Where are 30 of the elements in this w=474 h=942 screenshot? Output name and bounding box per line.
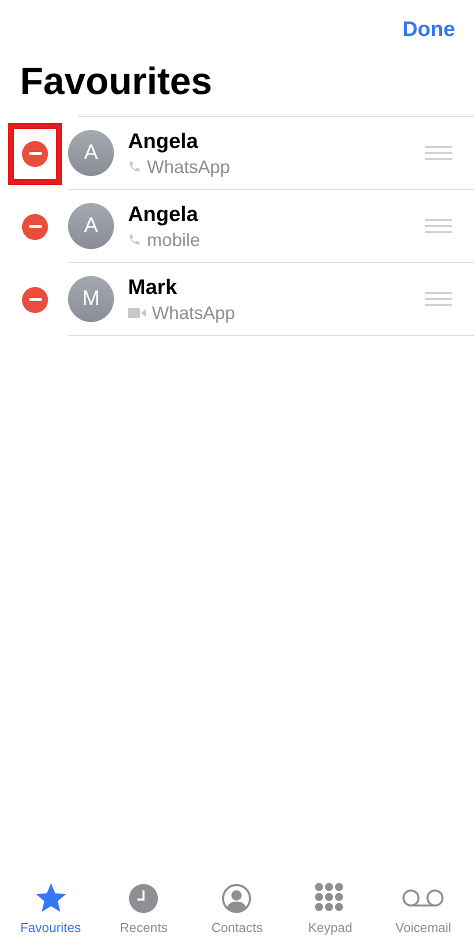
delete-button[interactable] [22, 140, 48, 166]
contact-name: Angela [128, 128, 200, 154]
reorder-handle-icon[interactable] [425, 219, 452, 233]
tab[interactable]: Recents [98, 882, 189, 938]
done-button[interactable]: Done [402, 14, 455, 44]
avatar: M [68, 276, 114, 322]
contact-label: WhatsApp [147, 156, 230, 178]
keypad-icon [315, 883, 346, 913]
avatar: A [68, 203, 114, 249]
tab[interactable]: Contacts [192, 882, 282, 938]
contact-name: Angela [128, 202, 200, 228]
phone-icon [128, 160, 141, 173]
contact-label: mobile [147, 228, 200, 250]
tab[interactable]: Keypad [285, 882, 376, 938]
star-icon [34, 882, 67, 914]
contact-name: Mark [128, 274, 178, 300]
page-title: Favourites [19, 60, 214, 105]
tab[interactable]: Favourites [6, 882, 96, 938]
video-camera-icon [128, 306, 146, 318]
person-icon [222, 884, 252, 912]
phone-icon [128, 233, 141, 246]
reorder-handle-icon[interactable] [425, 292, 452, 306]
reorder-handle-icon[interactable] [425, 146, 452, 160]
delete-button[interactable] [22, 286, 48, 312]
clock-icon [129, 884, 158, 912]
avatar: A [68, 130, 114, 176]
voicemail-icon [402, 889, 444, 907]
tab[interactable]: Voicemail [378, 882, 468, 938]
delete-button[interactable] [22, 214, 48, 240]
contact-label: WhatsApp [152, 302, 236, 324]
